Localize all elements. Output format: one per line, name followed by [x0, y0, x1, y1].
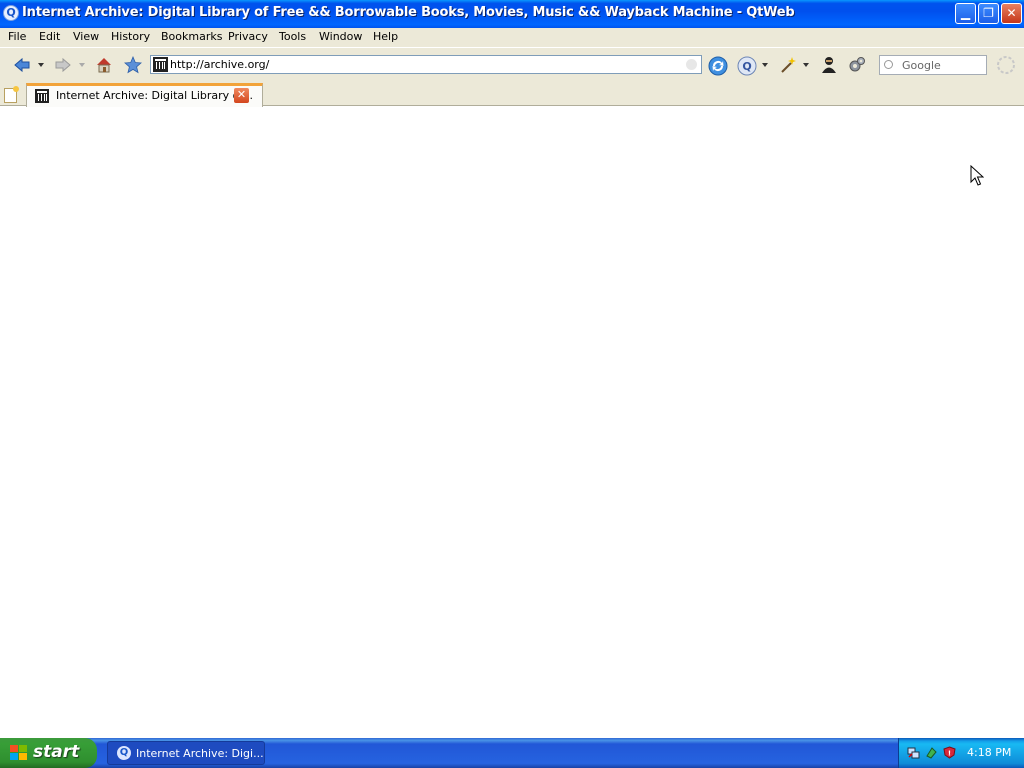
minimize-button[interactable]: ▁: [955, 3, 976, 24]
new-tab-icon[interactable]: [4, 86, 19, 103]
window-title-bar[interactable]: Q Internet Archive: Digital Library of F…: [0, 0, 1024, 28]
address-url[interactable]: http://archive.org/: [170, 58, 269, 71]
menu-privacy[interactable]: Privacy: [228, 30, 268, 43]
address-bar[interactable]: http://archive.org/: [150, 55, 702, 74]
menu-bookmarks[interactable]: Bookmarks: [161, 30, 222, 43]
menu-history[interactable]: History: [111, 30, 150, 43]
start-button[interactable]: start: [0, 738, 97, 768]
magic-wand-icon[interactable]: [779, 56, 797, 74]
reload-icon[interactable]: [708, 56, 728, 76]
forward-icon[interactable]: [54, 56, 72, 74]
menu-window[interactable]: Window: [319, 30, 362, 43]
tab-favicon-icon: [35, 89, 49, 103]
tab-internet-archive[interactable]: Internet Archive: Digital Library of... …: [26, 83, 263, 107]
search-icon: [884, 60, 893, 69]
search-input[interactable]: Google: [879, 55, 987, 75]
qtweb-taskbar-icon: Q: [117, 746, 131, 760]
privacy-person-icon[interactable]: [820, 56, 838, 74]
windows-flag-icon: [10, 745, 28, 761]
menu-edit[interactable]: Edit: [39, 30, 60, 43]
menu-file[interactable]: File: [8, 30, 26, 43]
loading-spinner-icon: [997, 56, 1015, 74]
menu-help[interactable]: Help: [373, 30, 398, 43]
home-icon[interactable]: [95, 56, 113, 74]
forward-history-dropdown[interactable]: [79, 63, 85, 67]
start-label: start: [33, 742, 80, 762]
svg-text:!: !: [948, 750, 951, 758]
tab-title: Internet Archive: Digital Library of...: [56, 89, 253, 102]
bookmark-star-icon[interactable]: [124, 56, 142, 74]
window-title: Internet Archive: Digital Library of Fre…: [22, 5, 795, 20]
back-history-dropdown[interactable]: [38, 63, 44, 67]
mouse-cursor-icon: [970, 165, 984, 186]
site-favicon-icon: [153, 57, 168, 72]
network-icon[interactable]: [907, 746, 920, 759]
taskbar-item-label: Internet Archive: Digi...: [136, 747, 264, 760]
qtweb-icon[interactable]: Q: [737, 56, 757, 76]
menu-view[interactable]: View: [73, 30, 99, 43]
qtweb-app-icon[interactable]: Q: [3, 5, 19, 21]
search-placeholder: Google: [902, 59, 941, 72]
system-tray: ! 4:18 PM: [898, 738, 1024, 768]
web-content-area[interactable]: [0, 107, 1024, 737]
menu-tools[interactable]: Tools: [279, 30, 306, 43]
address-bar-status-icon: [686, 59, 697, 70]
magic-wand-dropdown[interactable]: [803, 63, 809, 67]
settings-gears-icon[interactable]: [848, 56, 866, 74]
taskbar-item-qtweb[interactable]: Q Internet Archive: Digi...: [107, 741, 265, 765]
tab-close-icon[interactable]: ✕: [234, 88, 249, 103]
back-icon[interactable]: [13, 56, 31, 74]
menu-bar: File Edit View History Bookmarks Privacy…: [0, 28, 1024, 47]
svg-text:Q: Q: [742, 60, 751, 73]
qtweb-menu-dropdown[interactable]: [762, 63, 768, 67]
safely-remove-hardware-icon[interactable]: [925, 746, 938, 759]
security-shield-icon[interactable]: !: [943, 746, 956, 759]
taskbar-clock[interactable]: 4:18 PM: [967, 746, 1011, 759]
close-button[interactable]: ✕: [1001, 3, 1022, 24]
maximize-button[interactable]: ❐: [978, 3, 999, 24]
